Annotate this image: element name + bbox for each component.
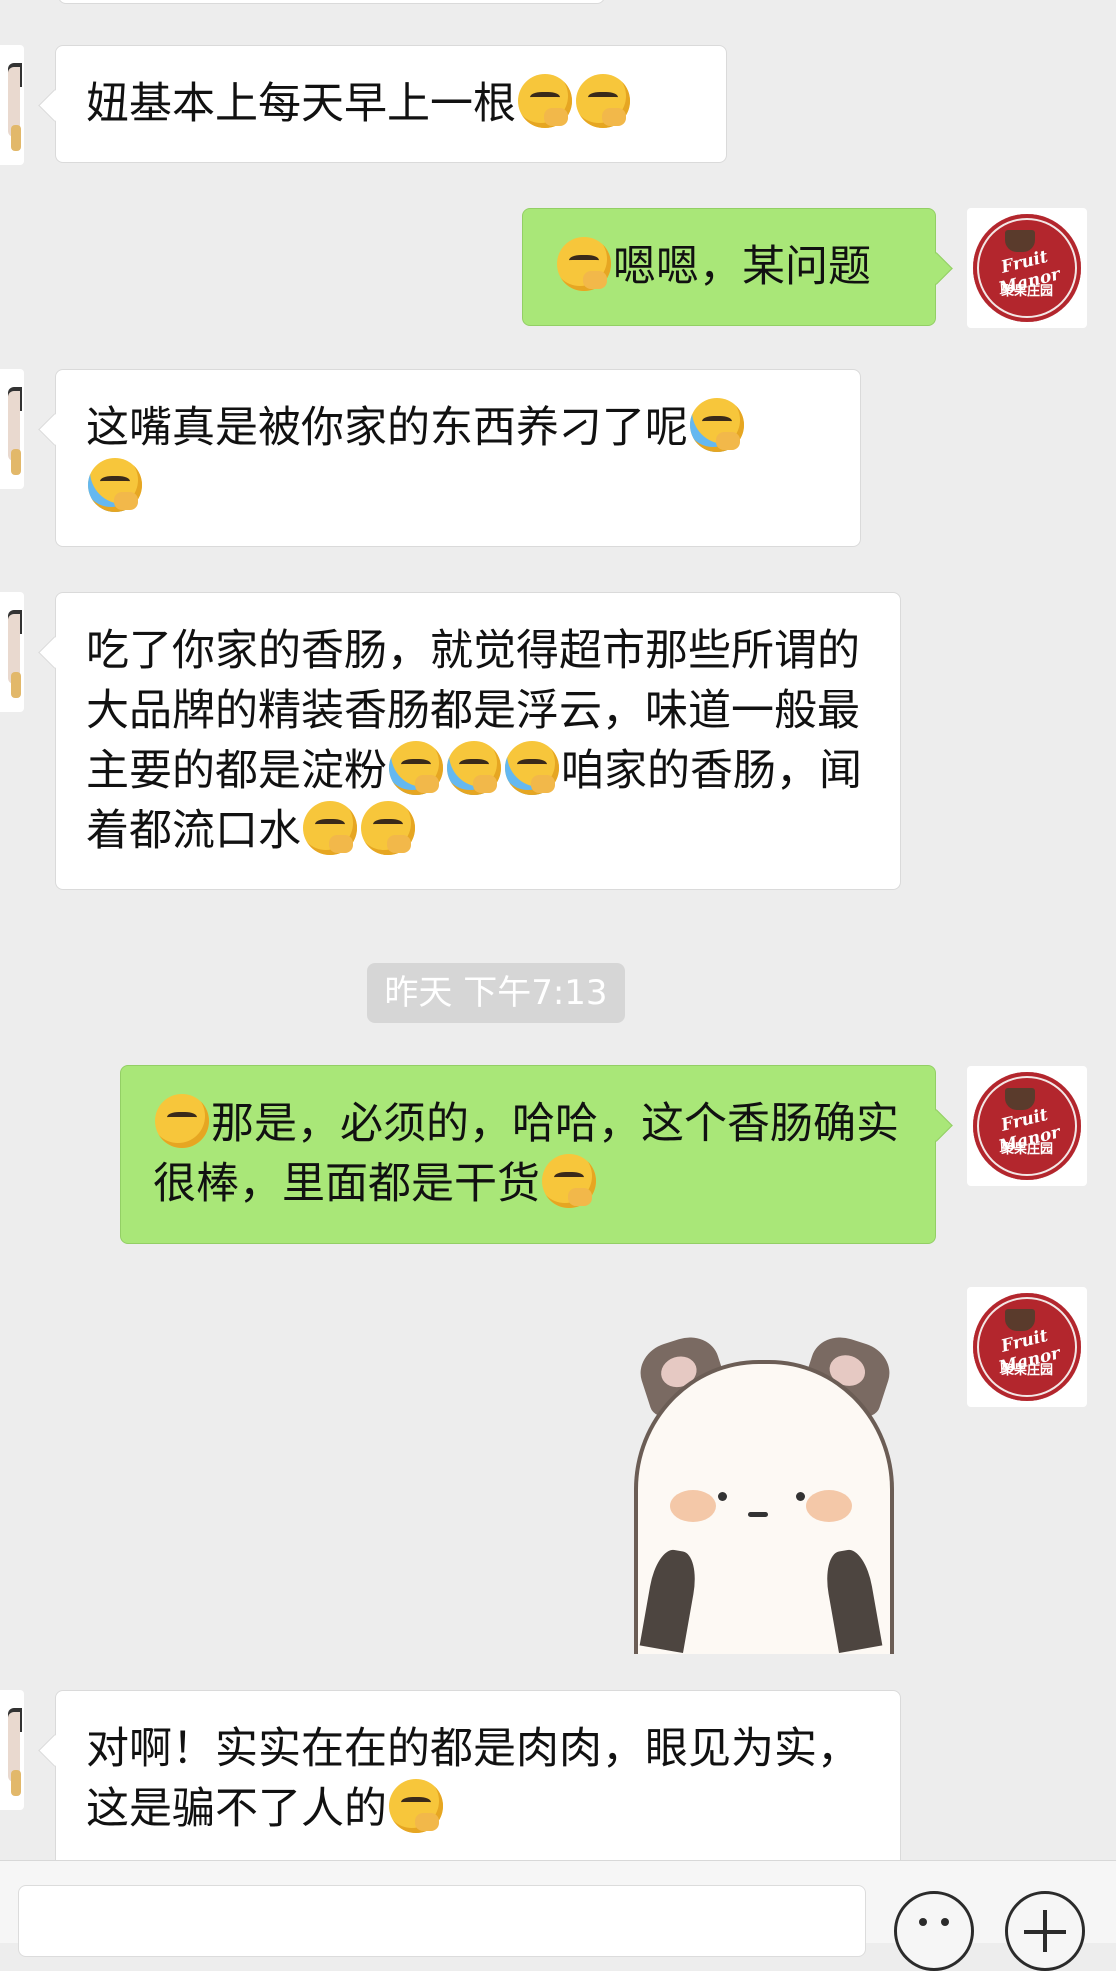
brand-avatar[interactable]: Fruit Manor 聚果庄园 xyxy=(967,208,1087,328)
facepalm-cry-emoji-icon xyxy=(88,458,142,512)
pleading-hand-emoji-icon xyxy=(303,801,357,855)
message-text: 对啊！实实在在的都是肉肉，眼见为实，这是骗不了人的 xyxy=(86,1724,860,1834)
message-input[interactable] xyxy=(18,1885,866,1957)
input-bar xyxy=(0,1860,1116,1971)
hand-over-mouth-emoji-icon xyxy=(389,1779,443,1833)
incoming-message-bubble[interactable]: 对啊！实实在在的都是肉肉，眼见为实，这是骗不了人的 xyxy=(55,1690,901,1862)
facepalm-cry-emoji-icon xyxy=(505,741,559,795)
outgoing-message-bubble[interactable]: 那是，必须的，哈哈，这个香肠确实很棒，里面都是干货 xyxy=(120,1065,936,1244)
smirk-hand-emoji-icon xyxy=(557,237,611,291)
facepalm-cry-emoji-icon xyxy=(447,741,501,795)
contact-avatar[interactable] xyxy=(0,369,24,489)
contact-avatar[interactable] xyxy=(0,1690,24,1810)
brand-avatar[interactable]: Fruit Manor 聚果庄园 xyxy=(967,1066,1087,1186)
tongue-squint-emoji-icon xyxy=(155,1094,209,1148)
logo-cn-text: 聚果庄园 xyxy=(1000,284,1053,299)
incoming-message-bubble[interactable]: 吃了你家的香肠，就觉得超市那些所谓的大品牌的精装香肠都是浮云，味道一般最主要的都… xyxy=(55,592,901,890)
message-text: 嗯嗯，某问题 xyxy=(613,242,871,292)
hand-over-mouth-emoji-icon xyxy=(542,1154,596,1208)
previous-message-bubble[interactable] xyxy=(58,0,605,4)
timestamp-label: 昨天 下午7:13 xyxy=(367,963,625,1023)
facepalm-cry-emoji-icon xyxy=(389,741,443,795)
incoming-message-bubble[interactable]: 妞基本上每天早上一根 xyxy=(55,45,727,163)
incoming-message-bubble[interactable]: 这嘴真是被你家的东西养刁了呢 xyxy=(55,369,861,547)
message-text: 那是，必须的，哈哈，这个香肠确实很棒，里面都是干货 xyxy=(153,1099,899,1209)
pleading-hand-emoji-icon xyxy=(361,801,415,855)
facepalm-cry-emoji-icon xyxy=(690,398,744,452)
chat-area[interactable]: 妞基本上每天早上一根 Fruit Manor 聚果庄园 嗯嗯，某问题 这嘴真是被… xyxy=(0,0,1116,1862)
more-button[interactable] xyxy=(1005,1891,1085,1971)
contact-avatar[interactable] xyxy=(0,592,24,712)
smirk-hand-emoji-icon xyxy=(576,74,630,128)
panda-sticker[interactable] xyxy=(620,1329,900,1654)
message-text: 妞基本上每天早上一根 xyxy=(86,79,516,129)
smirk-hand-emoji-icon xyxy=(518,74,572,128)
emoji-button[interactable] xyxy=(894,1891,974,1971)
message-text: 这嘴真是被你家的东西养刁了呢 xyxy=(86,403,688,453)
contact-avatar[interactable] xyxy=(0,45,24,165)
outgoing-message-bubble[interactable]: 嗯嗯，某问题 xyxy=(522,208,936,326)
brand-avatar[interactable]: Fruit Manor 聚果庄园 xyxy=(967,1287,1087,1407)
emoji-icon xyxy=(919,1918,927,1926)
